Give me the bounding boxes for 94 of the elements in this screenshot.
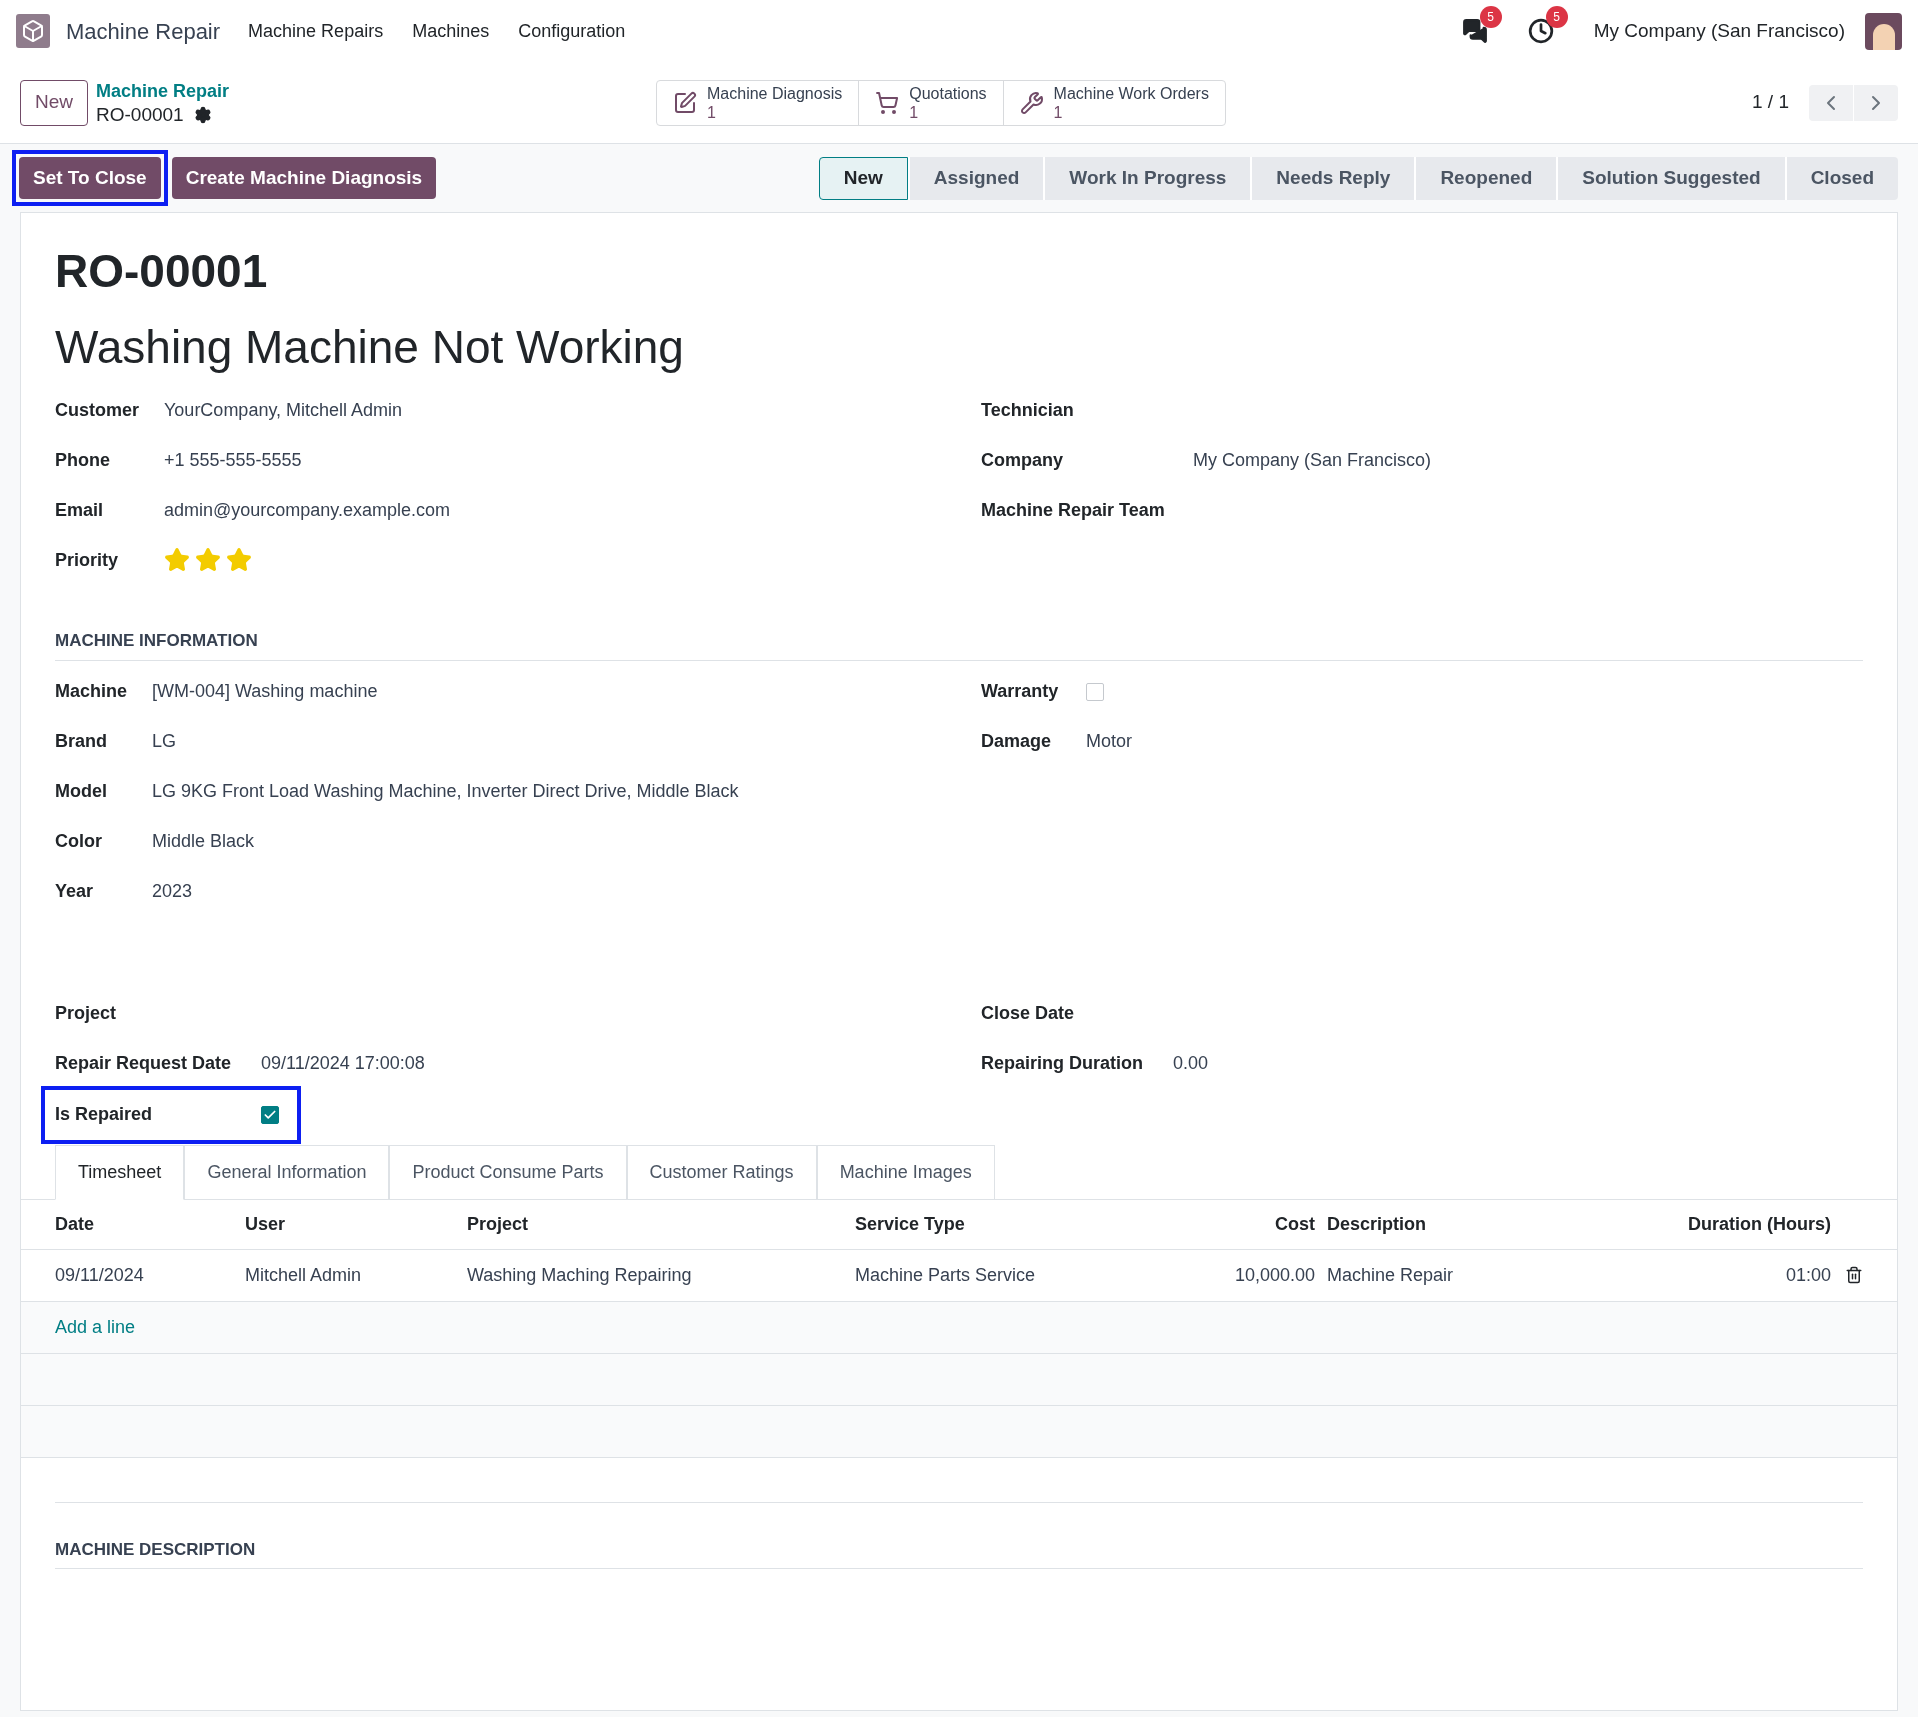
table-cell-text: Machine Parts Service xyxy=(855,1263,1037,1287)
record-reference: RO-00001 xyxy=(55,244,269,299)
field-label: Machine xyxy=(55,680,129,703)
clock-icon[interactable] xyxy=(1527,18,1554,44)
field-label: Damage xyxy=(981,730,1053,753)
tab[interactable]: Customer Ratings xyxy=(626,1144,817,1200)
stage-button[interactable]: New xyxy=(818,156,908,200)
company-switcher[interactable]: My Company (San Francisco) xyxy=(1593,16,1845,46)
field-label: Project xyxy=(55,1002,118,1025)
stage-button[interactable]: Reopened xyxy=(1414,156,1557,200)
record-name: RO-00001 xyxy=(96,102,184,127)
column-header[interactable]: User xyxy=(245,1210,467,1238)
field-value: YourCompany, Mitchell Admin xyxy=(164,398,403,422)
app-name[interactable]: Machine Repair xyxy=(66,14,221,48)
field-value: 09/11/2024 17:00:08 xyxy=(261,1052,425,1075)
section-heading: MACHINE DESCRIPTION xyxy=(55,1536,1863,1569)
field-value: Motor xyxy=(1086,730,1132,753)
star-icon[interactable] xyxy=(226,547,252,573)
section-heading: MACHINE INFORMATION xyxy=(55,628,1863,661)
new-button[interactable]: New xyxy=(20,79,88,126)
field-value: Middle Black xyxy=(152,830,255,853)
tab[interactable]: General Information xyxy=(184,1144,390,1200)
delete-icon[interactable] xyxy=(1845,1266,1863,1284)
field-value: LG 9KG Front Load Washing Machine, Inverter Direct Drive, Middle Black xyxy=(152,780,739,803)
table-cell-text: Machine Repair xyxy=(1326,1263,1455,1287)
field-label: Priority xyxy=(55,548,120,572)
table-cell-text: Washing Maching Repairing xyxy=(467,1263,693,1287)
settings-icon[interactable] xyxy=(193,105,212,124)
user-avatar[interactable] xyxy=(1865,12,1902,50)
field-value: admin@yourcompany.example.com xyxy=(164,498,451,522)
field-label: Email xyxy=(55,498,105,522)
column-header[interactable]: Description xyxy=(1315,1210,1615,1238)
breadcrumb-link[interactable]: Machine Repair xyxy=(96,78,656,103)
field-label: Repairing Duration xyxy=(981,1052,1144,1075)
field-value: +1 555-555-5555 xyxy=(164,448,302,472)
action-button[interactable]: Set To Close xyxy=(19,157,161,199)
field-label: Technician xyxy=(981,398,1075,422)
priority-stars[interactable] xyxy=(164,547,252,573)
field-label: Color xyxy=(55,830,103,853)
next-button[interactable] xyxy=(1854,84,1898,121)
table-cell-text: 09/11/2024 xyxy=(55,1263,145,1287)
stage-button[interactable]: Needs Reply xyxy=(1250,156,1415,200)
field-label: Warranty xyxy=(981,680,1060,703)
field-label: Brand xyxy=(55,730,108,753)
stage-button[interactable]: Solution Suggested xyxy=(1556,156,1785,200)
tab[interactable]: Timesheet xyxy=(55,1144,185,1200)
smart-button[interactable]: Quotations 1 xyxy=(858,80,1003,125)
stage-button[interactable]: Work In Progress xyxy=(1043,156,1251,200)
table-cell-text: 10,000.00 xyxy=(1233,1263,1315,1287)
column-header[interactable]: Duration (Hours) xyxy=(1615,1210,1831,1238)
column-header[interactable]: Cost xyxy=(1155,1210,1315,1238)
field-value: 2023 xyxy=(152,880,193,903)
field-label: Phone xyxy=(55,448,111,472)
field-label: Close Date xyxy=(981,1002,1076,1025)
column-header[interactable]: Date xyxy=(55,1210,245,1238)
previous-button[interactable] xyxy=(1809,84,1853,121)
field-value: LG xyxy=(152,730,176,753)
field-label: Customer xyxy=(55,398,140,422)
menu-item[interactable]: Machines xyxy=(412,17,490,45)
column-header[interactable]: Project xyxy=(467,1210,855,1238)
field-label: Machine Repair Team xyxy=(981,498,1166,522)
smart-button[interactable]: Machine Work Orders 1 xyxy=(1002,80,1225,125)
tab[interactable]: Product Consume Parts xyxy=(389,1144,627,1200)
field-value: 0.00 xyxy=(1173,1052,1209,1075)
field-label: Is Repaired xyxy=(55,1103,154,1126)
tab[interactable]: Machine Images xyxy=(816,1144,995,1200)
notification-badge: 5 xyxy=(1545,6,1568,28)
wrench-icon xyxy=(1019,90,1044,115)
notification-badge: 5 xyxy=(1479,6,1502,28)
column-header[interactable]: Service Type xyxy=(855,1210,1155,1238)
record-title: Washing Machine Not Working xyxy=(55,320,685,375)
field-value: My Company (San Francisco) xyxy=(1193,448,1432,472)
table-cell-text: Mitchell Admin xyxy=(245,1263,363,1287)
field-label: Year xyxy=(55,880,95,903)
checkbox[interactable] xyxy=(1086,682,1104,701)
cart-icon xyxy=(875,90,900,115)
chat-icon[interactable] xyxy=(1461,18,1488,44)
menu-item[interactable]: Machine Repairs xyxy=(248,17,384,45)
field-label: Company xyxy=(981,448,1064,472)
action-button[interactable]: Create Machine Diagnosis xyxy=(171,157,437,199)
edit-icon xyxy=(673,90,697,115)
stage-button[interactable]: Closed xyxy=(1784,156,1898,200)
pager-counter: 1 / 1 xyxy=(1752,90,1789,115)
smart-button[interactable]: Machine Diagnosis 1 xyxy=(657,80,859,125)
field-label: Repair Request Date xyxy=(55,1052,233,1075)
field-label: Model xyxy=(55,780,108,803)
star-icon[interactable] xyxy=(164,547,190,573)
add-line-link[interactable]: Add a line xyxy=(55,1313,136,1341)
field-value: [WM-004] Washing machine xyxy=(152,680,378,703)
star-icon[interactable] xyxy=(195,547,221,573)
menu-item[interactable]: Configuration xyxy=(518,17,626,45)
table-cell-text: 01:00 xyxy=(1784,1263,1831,1287)
app-logo-icon[interactable] xyxy=(16,14,50,48)
stage-button[interactable]: Assigned xyxy=(907,156,1044,200)
